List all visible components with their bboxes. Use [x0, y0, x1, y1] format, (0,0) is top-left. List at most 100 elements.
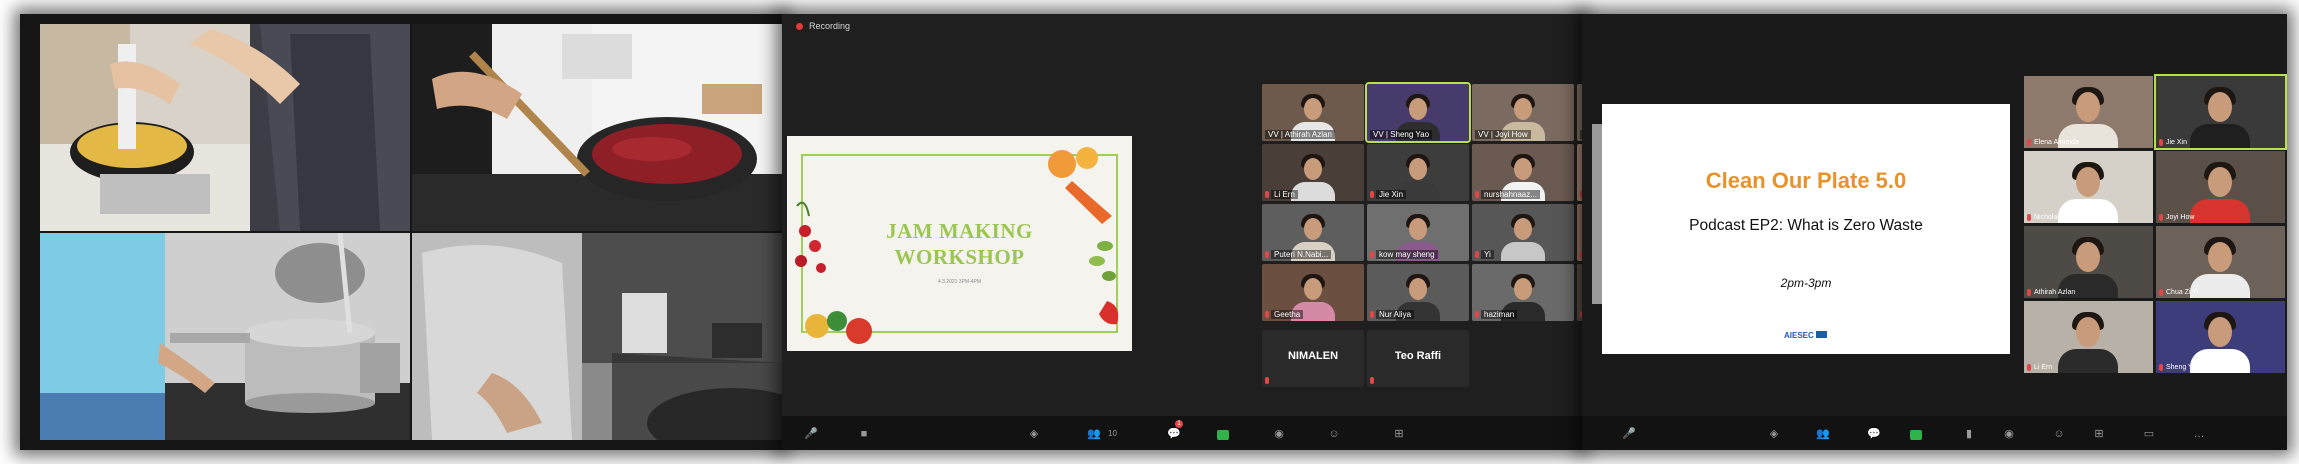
muted-mic-icon — [2027, 214, 2031, 221]
cooking-photo-pot — [40, 233, 410, 440]
security-icon[interactable]: ◈ — [1027, 428, 1041, 440]
muted-mic-icon — [2027, 364, 2031, 371]
participant-face — [1514, 98, 1532, 120]
participant-face — [1514, 278, 1532, 300]
muted-mic-icon — [1265, 377, 1269, 384]
muted-mic-icon — [2027, 289, 2031, 296]
muted-mic-icon — [2159, 214, 2163, 221]
participant-name: Geetha — [1271, 310, 1304, 319]
mic-icon[interactable]: 🎤 — [804, 428, 818, 440]
participant-tile[interactable]: Chua Zi Yi — [2156, 226, 2285, 298]
participant-tile[interactable]: Joyi How — [2156, 151, 2285, 223]
participant-face — [1409, 158, 1427, 180]
more-icon[interactable]: … — [2192, 428, 2206, 440]
participant-tile[interactable]: Nicholas Suryaputra — [2024, 151, 2153, 223]
reactions-icon[interactable]: ☺ — [2052, 428, 2066, 440]
participant-body — [2190, 124, 2250, 148]
participants-icon[interactable]: 👥 — [1812, 428, 1834, 440]
participant-tile[interactable]: nurshahnaaz... — [1472, 144, 1574, 201]
jam-workshop-slide: JAM MAKING WORKSHOP 4.3.2021 3PM-4PM — [787, 136, 1132, 351]
participant-tile[interactable]: VV | Sheng Yao — [1365, 82, 1471, 143]
participant-name: Puteri N.Nabi... — [1271, 250, 1332, 259]
participant-face — [2076, 167, 2100, 197]
participant-name: Li Ern — [1271, 190, 1298, 199]
apps-icon[interactable]: ⊞ — [1392, 428, 1406, 440]
participant-face — [1304, 158, 1322, 180]
participant-name: Li Ern — [2034, 364, 2053, 371]
participant-body — [2190, 199, 2250, 223]
meeting-toolbar: 🎤 ◈ 👥 💬 ▮ ◉ ☺ ⊞ ▭ … — [1582, 416, 2287, 450]
participant-face — [1304, 98, 1322, 120]
participants-count: 10 — [1108, 429, 1117, 438]
share-screen-icon[interactable] — [1910, 430, 1922, 440]
participant-tile-teo-raffi[interactable]: Teo Raffi — [1367, 330, 1469, 387]
recording-label: Recording — [809, 21, 851, 31]
participant-face — [2208, 242, 2232, 272]
share-screen-icon[interactable] — [1217, 430, 1229, 440]
record-icon[interactable]: ◉ — [1272, 428, 1286, 440]
cooking-photo-blender — [40, 24, 410, 231]
cooking-photo-stove — [412, 233, 782, 440]
participant-tile[interactable]: VV | Athirah Azlan — [1262, 84, 1364, 141]
security-icon[interactable]: ◈ — [1767, 428, 1781, 440]
participant-body — [2190, 274, 2250, 298]
mic-icon[interactable]: 🎤 — [1622, 428, 1636, 440]
participant-tile[interactable]: Li Ern — [1262, 144, 1364, 201]
participant-name: Joyi How — [2166, 214, 2195, 221]
participant-name: Chua Zi Yi — [2166, 289, 2199, 296]
participant-name: Nur Aliya — [1376, 310, 1415, 319]
recording-indicator: Recording — [796, 21, 850, 31]
participant-face — [2208, 92, 2232, 122]
muted-mic-icon — [1265, 191, 1269, 198]
participant-name: Athirah Azlan — [2034, 289, 2076, 296]
participant-name: NIMALEN — [1287, 350, 1339, 362]
participant-tile[interactable]: Yi — [1472, 204, 1574, 261]
apps-icon[interactable]: ⊞ — [2092, 428, 2106, 440]
chat-icon[interactable]: 💬 — [1167, 428, 1181, 440]
participant-tile[interactable]: Li Ern — [2024, 301, 2153, 373]
zoom-window-jam-workshop: Recording JAM MAKING WORKSHOP 4.3.2021 3… — [782, 14, 1582, 450]
muted-mic-icon — [2159, 289, 2163, 296]
reactions-icon[interactable]: ☺ — [1327, 428, 1341, 440]
podcast-title: Clean Our Plate 5.0 — [1705, 168, 1907, 193]
recording-dot-icon — [796, 22, 803, 30]
muted-mic-icon — [1370, 311, 1374, 318]
participant-tile[interactable]: haziman — [1472, 264, 1574, 321]
jam-slide-title: JAM MAKING WORKSHOP — [787, 218, 1132, 270]
participant-tile[interactable]: Puteri N.Nabi... — [1262, 204, 1364, 261]
participant-name: Yi — [1481, 250, 1494, 259]
participant-face — [2076, 92, 2100, 122]
participant-tile[interactable]: Jie Xin — [1367, 144, 1469, 201]
muted-mic-icon — [1370, 377, 1374, 384]
participant-tile[interactable]: Nur Aliya — [1367, 264, 1469, 321]
participant-tile[interactable]: VV | Joyi How — [1472, 84, 1574, 141]
muted-mic-icon — [1475, 191, 1479, 198]
video-icon[interactable]: ■ — [857, 428, 871, 440]
muted-mic-icon — [1370, 191, 1374, 198]
participant-name: Jie Xin — [1376, 190, 1407, 199]
polls-icon[interactable]: ▮ — [1962, 428, 1976, 440]
participant-tile[interactable]: Jie Xin — [2154, 74, 2287, 150]
record-icon[interactable]: ◉ — [2002, 428, 2016, 440]
participant-face — [1304, 218, 1322, 240]
participant-name: VV | Joyi How — [1475, 130, 1531, 139]
participant-tile[interactable]: Elena Almeida — [2024, 76, 2153, 148]
cooking-collage — [20, 14, 782, 450]
participant-tile[interactable]: Athirah Azlan — [2024, 226, 2153, 298]
participant-name: Jie Xin — [2166, 139, 2188, 146]
participants-icon[interactable]: 👥 — [1082, 428, 1106, 440]
chat-icon[interactable]: 💬 — [1867, 428, 1881, 440]
participant-tile[interactable]: Geetha — [1262, 264, 1364, 321]
participant-name: Teo Raffi — [1394, 350, 1442, 362]
participant-tile[interactable]: Sheng Yao — [2156, 301, 2285, 373]
chat-badge: 1 — [1175, 420, 1183, 428]
whiteboard-icon[interactable]: ▭ — [2142, 428, 2156, 440]
svg-text:AIESEC: AIESEC — [1784, 331, 1814, 339]
participant-face — [2076, 317, 2100, 347]
participant-face — [1304, 278, 1322, 300]
participant-tile[interactable]: kow may sheng — [1367, 204, 1469, 261]
jam-slide-title-line2: WORKSHOP — [894, 245, 1025, 269]
participant-tile-nimalen[interactable]: NIMALEN — [1262, 330, 1364, 387]
cooking-photo-pan — [412, 24, 782, 231]
participant-body — [1501, 242, 1545, 261]
